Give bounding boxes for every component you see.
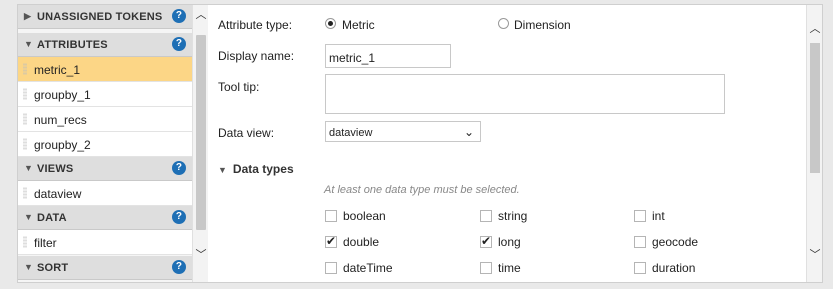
- tooltip-label: Tool tip:: [218, 80, 260, 94]
- sidebar: ▶ UNASSIGNED TOKENS ? ▼ ATTRIBUTES ? met…: [18, 5, 192, 282]
- checkbox-int[interactable]: [634, 210, 646, 222]
- drag-handle-icon[interactable]: [23, 138, 27, 150]
- view-item-label: dataview: [34, 187, 82, 201]
- checkbox-label-datetime[interactable]: dateTime: [343, 261, 393, 275]
- tooltip-textarea[interactable]: [325, 74, 725, 114]
- question-circle-icon[interactable]: ?: [172, 37, 186, 51]
- form-scrollbar[interactable]: ︿ ﹀: [806, 5, 822, 282]
- display-name-input[interactable]: metric_1: [325, 44, 451, 68]
- chevron-up-icon[interactable]: ︿: [195, 9, 207, 21]
- question-circle-icon[interactable]: ?: [172, 161, 186, 175]
- checkbox-duration[interactable]: [634, 262, 646, 274]
- attribute-item-label: groupby_2: [34, 138, 91, 152]
- checkbox-time[interactable]: [480, 262, 492, 274]
- triangle-down-icon: ▼: [24, 212, 34, 222]
- data-view-label: Data view:: [218, 126, 275, 140]
- attribute-type-label: Attribute type:: [218, 18, 293, 32]
- data-view-select[interactable]: dataview ⌄: [325, 121, 481, 142]
- triangle-down-icon: ▼: [24, 39, 34, 49]
- data-view-selected-value: dataview: [329, 127, 373, 139]
- chevron-down-icon[interactable]: ﹀: [195, 249, 207, 261]
- attribute-item-num-recs[interactable]: num_recs: [18, 107, 192, 132]
- attribute-item-metric-1[interactable]: metric_1: [18, 57, 192, 82]
- chevron-down-icon: ⌄: [463, 125, 474, 139]
- question-circle-icon[interactable]: ?: [172, 210, 186, 224]
- drag-handle-icon[interactable]: [23, 187, 27, 199]
- section-label: ATTRIBUTES: [37, 39, 108, 51]
- checkbox-long[interactable]: [480, 234, 492, 248]
- triangle-right-icon: ▶: [24, 11, 32, 21]
- data-types-section-toggle[interactable]: ▼ Data types: [218, 162, 294, 176]
- chevron-down-icon[interactable]: ﹀: [809, 249, 821, 261]
- checkbox-label-geocode[interactable]: geocode: [652, 235, 698, 249]
- checkbox-geocode[interactable]: [634, 236, 646, 248]
- checkbox-label-long[interactable]: long: [498, 235, 521, 249]
- data-types-label: Data types: [232, 162, 294, 176]
- section-sort[interactable]: ▼ SORT ?: [18, 256, 192, 280]
- data-item-label: filter: [34, 236, 57, 250]
- section-label: UNASSIGNED TOKENS: [37, 11, 163, 23]
- triangle-down-icon: ▼: [24, 262, 34, 272]
- drag-handle-icon[interactable]: [23, 88, 27, 100]
- checkbox-label-string[interactable]: string: [498, 209, 527, 223]
- question-circle-icon[interactable]: ?: [172, 260, 186, 274]
- attribute-item-label: groupby_1: [34, 88, 91, 102]
- scroll-thumb[interactable]: [196, 35, 206, 230]
- section-views[interactable]: ▼ VIEWS ?: [18, 157, 192, 181]
- scroll-thumb[interactable]: [810, 43, 820, 173]
- question-circle-icon[interactable]: ?: [172, 9, 186, 23]
- checkbox-label-double[interactable]: double: [343, 235, 379, 249]
- dimension-radio-label[interactable]: Dimension: [514, 18, 571, 32]
- sidebar-scrollbar[interactable]: ︿ ﹀: [192, 5, 208, 282]
- section-attributes[interactable]: ▼ ATTRIBUTES ?: [18, 33, 192, 57]
- checkbox-double[interactable]: [325, 234, 337, 248]
- section-unassigned-tokens[interactable]: ▶ UNASSIGNED TOKENS ?: [18, 5, 192, 29]
- view-item-dataview[interactable]: dataview: [18, 181, 192, 206]
- checkbox-boolean[interactable]: [325, 210, 337, 222]
- data-item-filter[interactable]: filter: [18, 230, 192, 255]
- checkbox-label-duration[interactable]: duration: [652, 261, 695, 275]
- drag-handle-icon[interactable]: [23, 63, 27, 75]
- triangle-down-icon: ▼: [218, 165, 227, 175]
- section-data[interactable]: ▼ DATA ?: [18, 206, 192, 230]
- chevron-up-icon[interactable]: ︿: [809, 23, 821, 35]
- attribute-item-groupby-1[interactable]: groupby_1: [18, 82, 192, 107]
- attribute-item-label: num_recs: [34, 113, 87, 127]
- checkbox-label-boolean[interactable]: boolean: [343, 209, 386, 223]
- attribute-item-label: metric_1: [34, 63, 81, 77]
- triangle-down-icon: ▼: [24, 163, 34, 173]
- dimension-radio[interactable]: [498, 18, 509, 29]
- section-label: VIEWS: [37, 163, 74, 175]
- attribute-editor-panel: ▶ UNASSIGNED TOKENS ? ▼ ATTRIBUTES ? met…: [17, 4, 823, 283]
- checkbox-label-time[interactable]: time: [498, 261, 521, 275]
- drag-handle-icon[interactable]: [23, 236, 27, 248]
- checkbox-label-int[interactable]: int: [652, 209, 665, 223]
- drag-handle-icon[interactable]: [23, 113, 27, 125]
- metric-radio-label[interactable]: Metric: [342, 18, 375, 32]
- checkbox-string[interactable]: [480, 210, 492, 222]
- section-label: SORT: [37, 262, 69, 274]
- attribute-form: Attribute type: Metric Dimension Display…: [208, 5, 808, 282]
- section-label: DATA: [37, 212, 67, 224]
- display-name-label: Display name:: [218, 49, 295, 63]
- attribute-item-groupby-2[interactable]: groupby_2: [18, 132, 192, 157]
- metric-radio[interactable]: [325, 18, 336, 29]
- checkbox-datetime[interactable]: [325, 262, 337, 274]
- data-types-hint: At least one data type must be selected.: [324, 184, 520, 196]
